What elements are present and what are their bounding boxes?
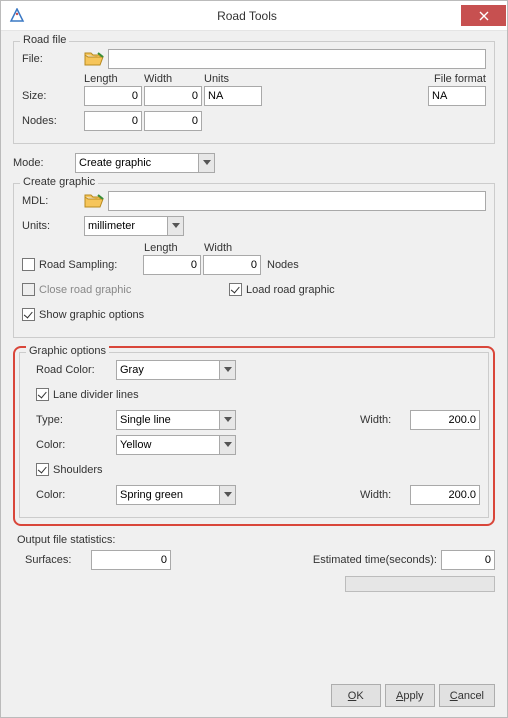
- hdr-length: Length: [84, 73, 144, 85]
- lane-divider-checkbox[interactable]: [36, 388, 49, 401]
- mdl-input[interactable]: [108, 191, 486, 211]
- load-road-label: Load road graphic: [246, 284, 335, 296]
- size-width-input[interactable]: [144, 86, 202, 106]
- shoulder-color-select[interactable]: [116, 485, 236, 505]
- file-input[interactable]: [108, 49, 486, 69]
- close-icon: [479, 11, 489, 21]
- nodes-label: Nodes:: [22, 115, 84, 127]
- apply-label: Apply: [396, 690, 424, 702]
- type-label: Type:: [36, 414, 116, 426]
- progress-bar: [345, 576, 495, 592]
- button-row: OK Apply Cancel: [331, 684, 495, 707]
- close-button[interactable]: [461, 5, 506, 26]
- chevron-down-icon: [198, 154, 214, 172]
- cg-hdr-length: Length: [144, 242, 204, 254]
- road-sampling-label: Road Sampling:: [39, 259, 143, 271]
- nodes-width-input[interactable]: [144, 111, 202, 131]
- shoulder-color-value: [116, 485, 236, 505]
- mode-value: [75, 153, 215, 173]
- divider-color-label: Color:: [36, 439, 116, 451]
- chevron-down-icon: [219, 411, 235, 429]
- mode-select[interactable]: [75, 153, 215, 173]
- road-color-value: [116, 360, 236, 380]
- chevron-down-icon: [219, 436, 235, 454]
- shoulders-label: Shoulders: [53, 464, 103, 476]
- road-color-select[interactable]: [116, 360, 236, 380]
- dialog-body: Road file File: Length Width Units File …: [1, 31, 507, 717]
- hdr-width: Width: [144, 73, 204, 85]
- nodes-length-input[interactable]: [84, 111, 142, 131]
- width-input[interactable]: [410, 410, 480, 430]
- road-file-legend: Road file: [20, 34, 69, 46]
- titlebar: Road Tools: [1, 1, 507, 31]
- hdr-format: File format: [434, 73, 486, 85]
- cg-units-select[interactable]: [84, 216, 184, 236]
- est-input[interactable]: [441, 550, 495, 570]
- shoulder-width-input[interactable]: [410, 485, 480, 505]
- window-title: Road Tools: [33, 9, 461, 23]
- shoulder-width-label: Width:: [360, 489, 410, 501]
- size-units-input[interactable]: [204, 86, 262, 106]
- graphic-options-legend: Graphic options: [26, 345, 109, 357]
- road-file-group: Road file File: Length Width Units File …: [13, 41, 495, 144]
- ok-button[interactable]: OK: [331, 684, 381, 707]
- chevron-down-icon: [219, 486, 235, 504]
- rs-length-input[interactable]: [143, 255, 201, 275]
- type-value: [116, 410, 236, 430]
- size-label: Size:: [22, 90, 84, 102]
- shoulder-color-label: Color:: [36, 489, 116, 501]
- close-road-label: Close road graphic: [39, 284, 229, 296]
- type-select[interactable]: [116, 410, 236, 430]
- open-mdl-icon[interactable]: [84, 192, 104, 210]
- mdl-label: MDL:: [22, 195, 84, 207]
- hdr-units: Units: [204, 73, 264, 85]
- surfaces-label: Surfaces:: [25, 554, 91, 566]
- app-icon: [9, 8, 25, 24]
- rs-width-input[interactable]: [203, 255, 261, 275]
- show-options-checkbox[interactable]: [22, 308, 35, 321]
- chevron-down-icon: [167, 217, 183, 235]
- window: Road Tools Road file File: Length Width …: [0, 0, 508, 718]
- width-label: Width:: [360, 414, 410, 426]
- chevron-down-icon: [219, 361, 235, 379]
- highlight-box: Graphic options Road Color: Lane divider…: [13, 346, 495, 526]
- cancel-label: Cancel: [450, 690, 484, 702]
- road-sampling-checkbox[interactable]: [22, 258, 35, 271]
- apply-button[interactable]: Apply: [385, 684, 435, 707]
- close-road-checkbox: [22, 283, 35, 296]
- shoulders-checkbox[interactable]: [36, 463, 49, 476]
- create-graphic-group: Create graphic MDL: Units: Length Width: [13, 183, 495, 338]
- cancel-button[interactable]: Cancel: [439, 684, 495, 707]
- lane-divider-label: Lane divider lines: [53, 389, 139, 401]
- est-label: Estimated time(seconds):: [313, 554, 437, 566]
- cg-hdr-width: Width: [204, 242, 264, 254]
- create-graphic-legend: Create graphic: [20, 176, 98, 188]
- mode-label: Mode:: [13, 157, 75, 169]
- load-road-checkbox[interactable]: [229, 283, 242, 296]
- size-format-input[interactable]: [428, 86, 486, 106]
- size-length-input[interactable]: [84, 86, 142, 106]
- open-file-icon[interactable]: [84, 50, 104, 68]
- divider-color-value: [116, 435, 236, 455]
- show-options-label: Show graphic options: [39, 309, 144, 321]
- output-stats-label: Output file statistics:: [17, 534, 495, 546]
- file-label: File:: [22, 53, 84, 65]
- cg-units-label: Units:: [22, 220, 84, 232]
- divider-color-select[interactable]: [116, 435, 236, 455]
- rs-nodes-suffix: Nodes: [267, 259, 299, 271]
- surfaces-input[interactable]: [91, 550, 171, 570]
- ok-label: OK: [348, 690, 364, 702]
- graphic-options-group: Graphic options Road Color: Lane divider…: [19, 352, 489, 518]
- road-color-label: Road Color:: [36, 364, 116, 376]
